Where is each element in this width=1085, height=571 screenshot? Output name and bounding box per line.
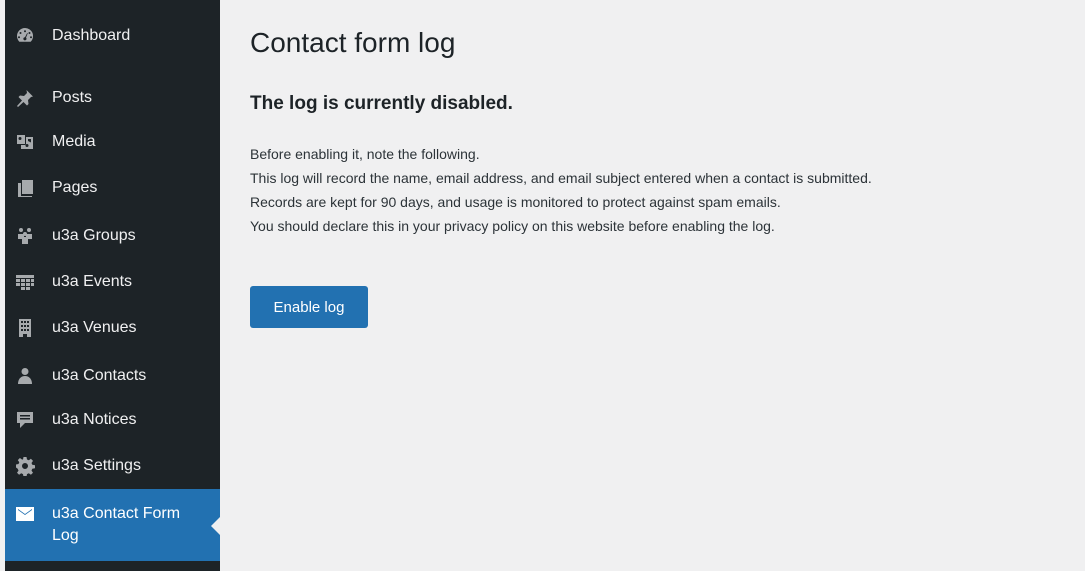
- sidebar-item-u3a-notices[interactable]: u3a Notices: [5, 406, 220, 434]
- wp-admin-frame: Dashboard Posts Media Pages u3a Groups u…: [0, 0, 1085, 571]
- sidebar-item-label: u3a Contact Form Log: [52, 489, 180, 547]
- sidebar-item-label: u3a Events: [52, 273, 133, 290]
- sidebar-item-u3a-contact-form-log[interactable]: u3a Contact Form Log: [5, 489, 220, 561]
- gear-icon: [14, 455, 36, 477]
- envelope-icon: [14, 503, 36, 525]
- sidebar-item-u3a-contacts[interactable]: u3a Contacts: [5, 362, 220, 390]
- pages-icon: [14, 177, 36, 199]
- note-line: This log will record the name, email add…: [250, 170, 872, 186]
- calendar-icon: [14, 271, 36, 293]
- sidebar-item-label: Pages: [52, 179, 98, 196]
- sidebar-item-label-line2: Log: [52, 527, 79, 544]
- active-menu-arrow: [211, 517, 220, 535]
- sidebar-item-media[interactable]: Media: [5, 128, 220, 156]
- groups-icon: [14, 225, 36, 247]
- pushpin-icon: [14, 87, 36, 109]
- sidebar-item-pages[interactable]: Pages: [5, 174, 220, 202]
- status-heading: The log is currently disabled.: [250, 93, 513, 114]
- admin-sidebar: Dashboard Posts Media Pages u3a Groups u…: [5, 0, 220, 571]
- sidebar-item-label: u3a Contacts: [52, 367, 147, 384]
- sidebar-item-label: u3a Venues: [52, 319, 137, 336]
- notice-icon: [14, 409, 36, 431]
- sidebar-item-dashboard[interactable]: Dashboard: [5, 22, 220, 50]
- note-line: You should declare this in your privacy …: [250, 218, 775, 234]
- sidebar-item-u3a-settings[interactable]: u3a Settings: [5, 452, 220, 480]
- page-title: Contact form log: [250, 27, 456, 58]
- note-line: Records are kept for 90 days, and usage …: [250, 194, 781, 210]
- sidebar-item-label-line1: u3a Contact Form: [52, 505, 181, 522]
- sidebar-item-label: Media: [52, 133, 96, 150]
- note-line: Before enabling it, note the following.: [250, 146, 480, 162]
- sidebar-item-label: Posts: [52, 89, 93, 106]
- sidebar-item-label: u3a Notices: [52, 411, 137, 428]
- sidebar-item-label: Dashboard: [52, 27, 131, 44]
- notes-block: Before enabling it, note the following. …: [250, 142, 872, 238]
- enable-log-button[interactable]: Enable log: [250, 286, 368, 328]
- sidebar-item-u3a-venues[interactable]: u3a Venues: [5, 314, 220, 342]
- person-icon: [14, 365, 36, 387]
- sidebar-item-posts[interactable]: Posts: [5, 84, 220, 112]
- sidebar-item-label: u3a Groups: [52, 227, 136, 244]
- dashboard-icon: [14, 25, 36, 47]
- sidebar-item-label: u3a Settings: [52, 457, 141, 474]
- sidebar-item-u3a-events[interactable]: u3a Events: [5, 268, 220, 296]
- sidebar-item-u3a-groups[interactable]: u3a Groups: [5, 222, 220, 250]
- media-icon: [14, 131, 36, 153]
- building-icon: [14, 317, 36, 339]
